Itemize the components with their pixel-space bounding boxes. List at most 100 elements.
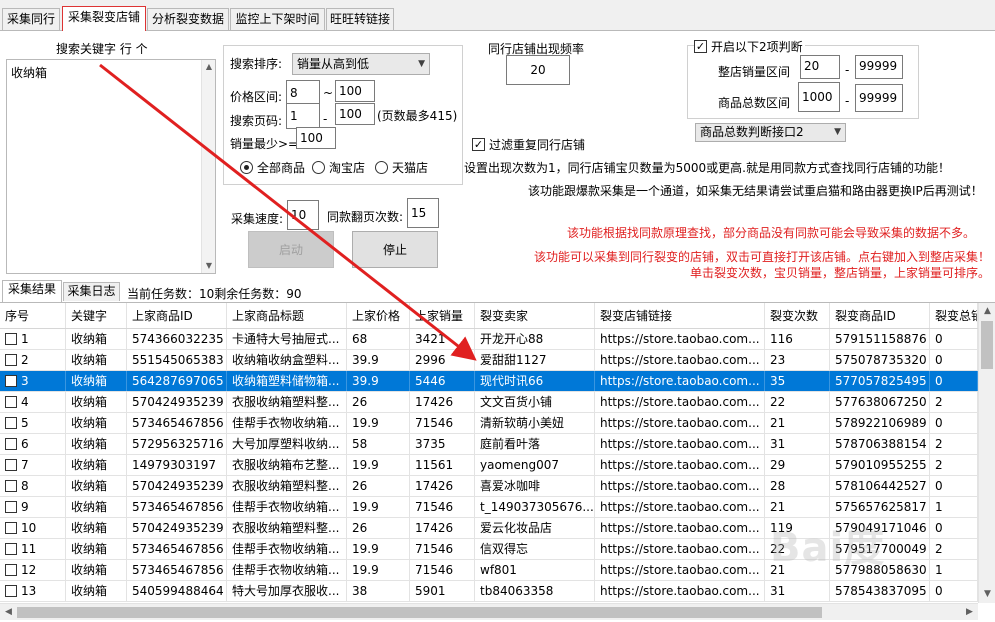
- column-header[interactable]: 上家价格: [347, 303, 410, 328]
- radio-taobao[interactable]: 淘宝店: [312, 159, 365, 176]
- warning-message-3: 单击裂变次数，宝贝销量，整店销量，上家销量可排序。: [690, 266, 991, 280]
- keyword-textarea[interactable]: 收纳箱 ▲ ▼: [6, 59, 216, 274]
- table-cell: 1: [930, 560, 978, 580]
- column-header[interactable]: 裂变店铺链接: [595, 303, 765, 328]
- row-checkbox[interactable]: [5, 354, 17, 366]
- scroll-thumb[interactable]: [981, 321, 993, 369]
- table-cell: 爱甜甜1127: [475, 350, 595, 370]
- radio-all-products[interactable]: 全部商品: [240, 159, 305, 176]
- table-cell: 578106442527: [830, 476, 930, 496]
- table-row[interactable]: 12 收纳箱 573465467856 佳帮手衣物收纳箱... 19.9 71546 wf8…: [0, 560, 978, 581]
- row-number: 7: [21, 458, 29, 472]
- row-checkbox[interactable]: [5, 333, 17, 345]
- row-checkbox[interactable]: [5, 438, 17, 450]
- tab-collect-fission-shops[interactable]: 采集裂变店铺: [62, 6, 146, 31]
- row-checkbox[interactable]: [5, 585, 17, 597]
- table-row[interactable]: 8 收纳箱 570424935239 衣服收纳箱塑料整... 26 17426 喜爱冰咖啡 h…: [0, 476, 978, 497]
- table-cell: 爱云化妆品店: [475, 518, 595, 538]
- table-row[interactable]: 6 收纳箱 572956325716 大号加厚塑料收纳... 58 3735 庭前看叶落 ht…: [0, 434, 978, 455]
- table-row[interactable]: 3 收纳箱 564287697065 收纳箱塑料储物箱... 39.9 5446 现代时讯6…: [0, 371, 978, 392]
- tab-results[interactable]: 采集结果: [2, 280, 62, 302]
- row-checkbox[interactable]: [5, 459, 17, 471]
- sort-select[interactable]: 销量从高到低 ▼: [292, 53, 430, 75]
- page-min-input[interactable]: 1: [286, 103, 320, 129]
- page-max-input[interactable]: 100: [335, 103, 375, 125]
- scroll-right-icon[interactable]: ▶: [961, 604, 978, 621]
- table-cell: 570424935239: [127, 392, 227, 412]
- column-header[interactable]: 上家商品标题: [227, 303, 347, 328]
- row-number: 8: [21, 479, 29, 493]
- pages-input[interactable]: 15: [407, 198, 439, 228]
- start-button[interactable]: 启动: [248, 231, 334, 268]
- row-number: 1: [21, 332, 29, 346]
- row-checkbox[interactable]: [5, 480, 17, 492]
- table-row[interactable]: 4 收纳箱 570424935239 衣服收纳箱塑料整... 26 17426 文文百货小铺…: [0, 392, 978, 413]
- total-sales-min-input[interactable]: 1000: [798, 82, 840, 112]
- table-cell: 收纳箱收纳盒塑料...: [227, 350, 347, 370]
- grid-vertical-scrollbar[interactable]: ▲ ▼: [978, 303, 995, 603]
- column-header[interactable]: 序号: [0, 303, 66, 328]
- table-row[interactable]: 11 收纳箱 573465467856 佳帮手衣物收纳箱... 19.9 71546 信双得…: [0, 539, 978, 560]
- table-cell: 收纳箱: [66, 371, 127, 391]
- scroll-thumb[interactable]: [17, 607, 822, 618]
- total-sales-max-input[interactable]: 99999: [855, 84, 903, 112]
- column-header[interactable]: 关键字: [66, 303, 127, 328]
- shop-sales-min-input[interactable]: 20: [800, 55, 840, 79]
- table-cell: 17426: [410, 476, 475, 496]
- row-checkbox[interactable]: [5, 522, 17, 534]
- judge-enable-checkbox[interactable]: ✓ 开启以下2项判断: [694, 38, 805, 55]
- tab-monitor-listing[interactable]: 监控上下架时间: [230, 8, 325, 30]
- interface-select[interactable]: 商品总数判断接口2 ▼: [695, 123, 846, 142]
- grid-horizontal-scrollbar[interactable]: ◀ ▶: [0, 603, 978, 620]
- table-row[interactable]: 1 收纳箱 574366032235 卡通特大号抽屉式... 68 3421 开龙开心88 h…: [0, 329, 978, 350]
- table-row[interactable]: 13 收纳箱 540599488464 特大号加厚衣服收... 38 5901 tb8406…: [0, 581, 978, 602]
- table-cell: 大号加厚塑料收纳...: [227, 434, 347, 454]
- scroll-down-icon[interactable]: ▼: [202, 259, 216, 273]
- row-checkbox[interactable]: [5, 543, 17, 555]
- column-header[interactable]: 裂变卖家: [475, 303, 595, 328]
- row-checkbox[interactable]: [5, 375, 17, 387]
- radio-tmall[interactable]: 天猫店: [375, 159, 428, 176]
- radio-empty-icon: [375, 161, 388, 174]
- table-cell: 21: [765, 560, 830, 580]
- scroll-down-icon[interactable]: ▼: [979, 586, 995, 603]
- table-cell: https://store.taobao.com...: [595, 329, 765, 349]
- price-max-input[interactable]: 100: [335, 80, 375, 102]
- speed-input[interactable]: 10: [287, 200, 319, 230]
- table-cell: 8: [0, 476, 66, 496]
- column-header[interactable]: 上家商品ID: [127, 303, 227, 328]
- table-row[interactable]: 2 收纳箱 551545065383 收纳箱收纳盒塑料... 39.9 2996 爱甜甜11…: [0, 350, 978, 371]
- stop-button[interactable]: 停止: [352, 231, 438, 268]
- table-row[interactable]: 5 收纳箱 573465467856 佳帮手衣物收纳箱... 19.9 71546 清新软萌…: [0, 413, 978, 434]
- filter-dup-checkbox[interactable]: ✓ 过滤重复同行店铺: [472, 136, 585, 153]
- table-cell: 收纳箱: [66, 539, 127, 559]
- table-row[interactable]: 9 收纳箱 573465467856 佳帮手衣物收纳箱... 19.9 71546 t_14…: [0, 497, 978, 518]
- column-header[interactable]: 裂变次数: [765, 303, 830, 328]
- tab-collect-peers[interactable]: 采集同行: [2, 8, 60, 30]
- tab-analyze-fission[interactable]: 分析裂变数据: [147, 8, 229, 30]
- row-checkbox[interactable]: [5, 417, 17, 429]
- table-cell: 0: [930, 350, 978, 370]
- min-sales-input[interactable]: 100: [296, 127, 336, 149]
- table-row[interactable]: 7 收纳箱 14979303197 衣服收纳箱布艺整... 19.9 11561 yaome…: [0, 455, 978, 476]
- total-sales-label: 商品总数区间: [718, 96, 791, 110]
- column-header[interactable]: 裂变商品ID: [830, 303, 930, 328]
- table-cell: 572956325716: [127, 434, 227, 454]
- checkbox-checked-icon: ✓: [694, 40, 707, 53]
- column-header[interactable]: 上家销量: [410, 303, 475, 328]
- freq-input[interactable]: 20: [506, 55, 570, 85]
- column-header[interactable]: 裂变总销: [930, 303, 978, 328]
- row-number: 13: [21, 584, 37, 598]
- row-checkbox[interactable]: [5, 396, 17, 408]
- keyword-scrollbar[interactable]: ▲ ▼: [201, 60, 215, 273]
- tab-log[interactable]: 采集日志: [63, 282, 120, 301]
- table-row[interactable]: 10 收纳箱 570424935239 衣服收纳箱塑料整... 26 17426 爱云化妆品…: [0, 518, 978, 539]
- scroll-left-icon[interactable]: ◀: [0, 604, 17, 621]
- scroll-up-icon[interactable]: ▲: [202, 60, 216, 74]
- tab-wangwang-link[interactable]: 旺旺转链接: [326, 8, 394, 30]
- table-cell: 11561: [410, 455, 475, 475]
- row-checkbox[interactable]: [5, 501, 17, 513]
- row-checkbox[interactable]: [5, 564, 17, 576]
- scroll-up-icon[interactable]: ▲: [979, 303, 995, 320]
- shop-sales-max-input[interactable]: 99999: [855, 55, 903, 79]
